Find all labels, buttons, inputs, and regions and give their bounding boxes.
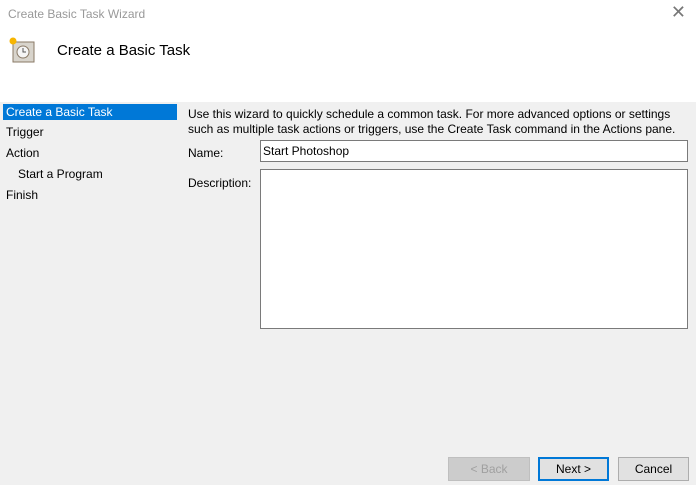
header-area: Create Basic Task Wizard ✕ Create a Basi…: [0, 0, 696, 102]
description-label: Description:: [188, 176, 252, 190]
step-trigger[interactable]: Trigger: [3, 124, 177, 145]
back-button[interactable]: < Back: [448, 457, 530, 481]
window-title: Create Basic Task Wizard: [8, 7, 146, 21]
step-create-basic-task[interactable]: Create a Basic Task: [3, 104, 177, 120]
page-title: Create a Basic Task: [57, 42, 191, 59]
description-input[interactable]: [260, 169, 688, 329]
step-action[interactable]: Action: [3, 145, 177, 166]
close-icon[interactable]: ✕: [671, 2, 686, 23]
task-scheduler-icon: [9, 37, 35, 63]
intro-text: Use this wizard to quickly schedule a co…: [188, 107, 676, 136]
cancel-button[interactable]: Cancel: [618, 457, 689, 481]
step-start-program[interactable]: Start a Program: [3, 166, 177, 187]
name-label: Name:: [188, 146, 224, 160]
step-finish[interactable]: Finish: [3, 187, 177, 208]
wizard-steps: Create a Basic Task Trigger Action Start…: [3, 104, 177, 208]
name-input[interactable]: [260, 140, 688, 162]
next-button[interactable]: Next >: [538, 457, 609, 481]
